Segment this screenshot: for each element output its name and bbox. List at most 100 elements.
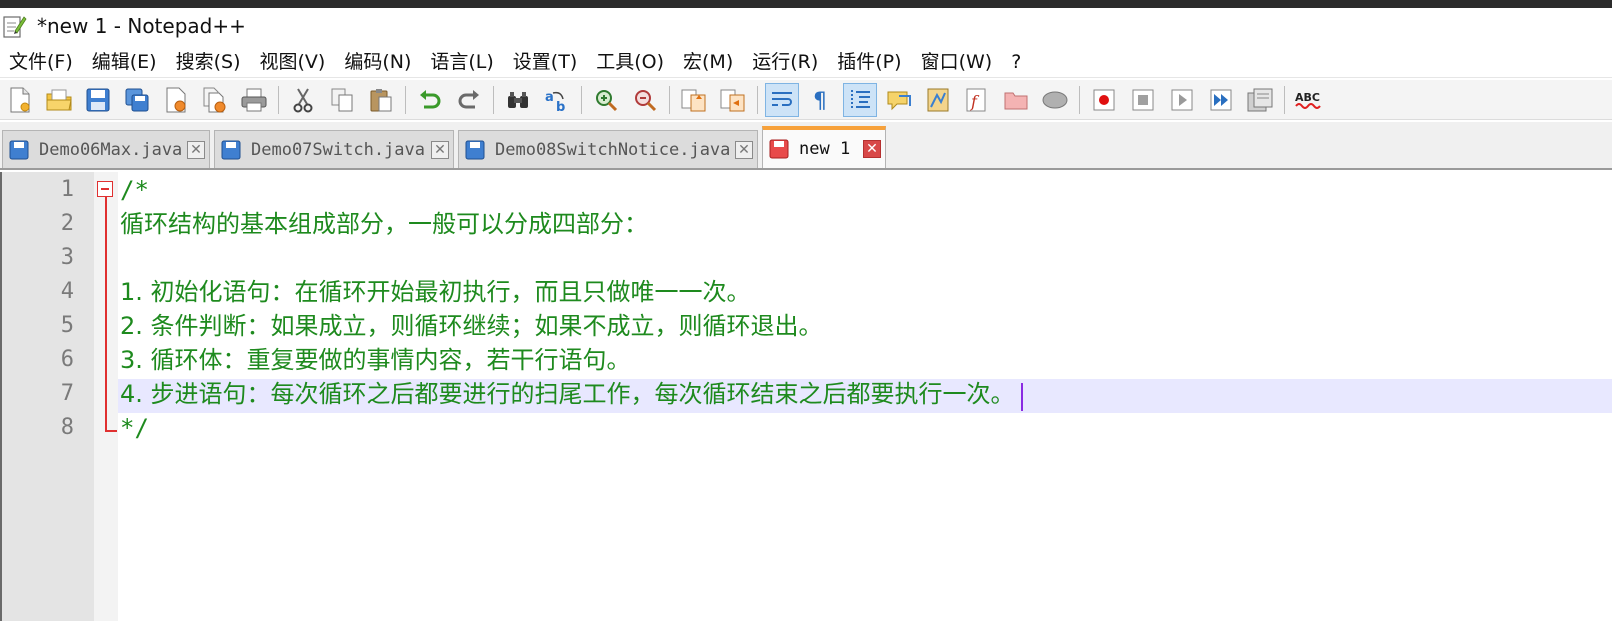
menu-view[interactable]: 视图(V)	[251, 46, 336, 78]
zoom-in-icon[interactable]	[590, 84, 622, 116]
toolbar-separator	[1284, 85, 1285, 114]
fold-end-marker	[105, 430, 117, 432]
menu-run[interactable]: 运行(R)	[743, 46, 828, 78]
tab-close-icon[interactable]: ✕	[735, 140, 753, 159]
code-line-1: /*	[120, 176, 149, 204]
window-top-edge	[0, 0, 1612, 8]
menu-tools[interactable]: 工具(O)	[587, 46, 674, 78]
cut-icon[interactable]	[287, 84, 319, 116]
replace-icon[interactable]: ab	[541, 84, 573, 116]
spell-check-icon[interactable]: ABC	[1293, 84, 1325, 116]
document-tab-bar: Demo06Max.java ✕ Demo07Switch.java ✕ Dem…	[0, 122, 1612, 170]
tab-close-icon[interactable]: ✕	[431, 140, 449, 159]
toolbar-separator	[493, 85, 494, 114]
show-all-characters-icon[interactable]: ¶	[805, 84, 837, 116]
svg-text:a: a	[545, 90, 554, 105]
print-icon[interactable]	[238, 84, 270, 116]
line-number-gutter: 1 2 3 4 5 6 7 8	[2, 172, 94, 621]
line-number: 4	[60, 279, 74, 304]
find-icon[interactable]	[502, 84, 534, 116]
line-number: 8	[60, 415, 74, 440]
menu-file[interactable]: 文件(F)	[0, 46, 83, 78]
copy-icon[interactable]	[326, 84, 358, 116]
paste-icon[interactable]	[365, 84, 397, 116]
tab-demo08switchnotice[interactable]: Demo08SwitchNotice.java ✕	[458, 130, 758, 168]
toolbar-separator	[405, 85, 406, 114]
menu-search[interactable]: 搜索(S)	[167, 46, 251, 78]
toolbar-separator	[1079, 85, 1080, 114]
text-caret	[1020, 383, 1023, 411]
line-number: 5	[60, 313, 74, 338]
line-number: 6	[60, 347, 74, 372]
monitoring-icon[interactable]	[1039, 84, 1071, 116]
toolbar-separator	[278, 85, 279, 114]
run-macro-multiple-icon[interactable]	[1205, 84, 1237, 116]
tab-label: Demo07Switch.java	[251, 139, 425, 160]
saved-file-icon	[465, 140, 485, 160]
function-list-icon[interactable]: f	[961, 84, 993, 116]
window-title: *new 1 - Notepad++	[37, 14, 246, 38]
close-all-icon[interactable]	[199, 84, 231, 116]
unsaved-file-icon	[769, 139, 789, 159]
tab-label: new 1	[799, 139, 851, 159]
title-bar: *new 1 - Notepad++	[0, 8, 1612, 44]
tab-demo06max[interactable]: Demo06Max.java ✕	[2, 130, 210, 168]
sync-horizontal-icon[interactable]	[717, 84, 749, 116]
saved-file-icon	[221, 140, 241, 160]
save-macro-icon[interactable]	[1244, 84, 1276, 116]
menu-macro[interactable]: 宏(M)	[674, 46, 743, 78]
document-map-icon[interactable]	[922, 84, 954, 116]
tab-label: Demo06Max.java	[39, 139, 183, 160]
fold-collapse-icon[interactable]	[97, 181, 113, 197]
close-icon[interactable]	[160, 84, 192, 116]
toolbar-separator	[669, 85, 670, 114]
toolbar-separator	[757, 85, 758, 114]
tab-demo07switch[interactable]: Demo07Switch.java ✕	[214, 130, 454, 168]
code-line-4: 1. 初始化语句：在循环开始最初执行，而且只做唯一一次。	[120, 278, 751, 306]
stop-recording-icon[interactable]	[1127, 84, 1159, 116]
tab-new-1[interactable]: new 1 ✕	[762, 126, 886, 168]
code-line-7: 4. 步进语句：每次循环之后都要进行的扫尾工作，每次循环结束之后都要执行一次。	[120, 380, 1015, 408]
menu-help[interactable]: ?	[1002, 46, 1031, 78]
sync-vertical-icon[interactable]	[678, 84, 710, 116]
menu-bar: 文件(F) 编辑(E) 搜索(S) 视图(V) 编码(N) 语言(L) 设置(T…	[0, 46, 1612, 78]
indent-guide-icon[interactable]	[843, 82, 877, 117]
open-file-icon[interactable]	[43, 84, 75, 116]
save-all-icon[interactable]	[121, 84, 153, 116]
tab-close-icon[interactable]: ✕	[187, 140, 205, 159]
tab-close-icon[interactable]: ✕	[863, 140, 881, 158]
menu-language[interactable]: 语言(L)	[421, 46, 503, 78]
code-line-6: 3. 循环体：重复要做的事情内容，若干行语句。	[120, 346, 631, 374]
save-icon[interactable]	[82, 84, 114, 116]
line-number: 2	[60, 211, 74, 236]
menu-plugins[interactable]: 插件(P)	[828, 46, 911, 78]
line-number: 3	[60, 245, 74, 270]
menu-settings[interactable]: 设置(T)	[504, 46, 587, 78]
text-editor[interactable]: 1 2 3 4 5 6 7 8 /* 循环结构的基本组成部分，一般可以分成四部分…	[0, 172, 1612, 621]
fold-range-line	[105, 197, 107, 432]
saved-file-icon	[9, 140, 29, 160]
tab-label: Demo08SwitchNotice.java	[495, 139, 731, 160]
word-wrap-icon[interactable]	[765, 82, 799, 117]
menu-encoding[interactable]: 编码(N)	[335, 46, 421, 78]
record-macro-icon[interactable]	[1088, 84, 1120, 116]
new-file-icon[interactable]	[4, 84, 36, 116]
folder-workspace-icon[interactable]	[1000, 84, 1032, 116]
svg-text:¶: ¶	[813, 89, 827, 113]
redo-icon[interactable]	[453, 84, 485, 116]
user-language-icon[interactable]	[883, 84, 915, 116]
line-number: 1	[60, 177, 74, 202]
code-line-5: 2. 条件判断：如果成立，则循环继续；如果不成立，则循环退出。	[120, 312, 823, 340]
code-line-2: 循环结构的基本组成部分，一般可以分成四部分：	[120, 210, 648, 238]
svg-text:b: b	[556, 100, 565, 113]
svg-text:ABC: ABC	[1295, 91, 1320, 104]
toolbar: ab ¶ f ABC	[0, 80, 1612, 120]
toolbar-separator	[581, 85, 582, 114]
notepad-plus-plus-app-icon	[1, 13, 27, 39]
menu-edit[interactable]: 编辑(E)	[83, 46, 167, 78]
play-macro-icon[interactable]	[1166, 84, 1198, 116]
menu-window[interactable]: 窗口(W)	[912, 46, 1003, 78]
code-line-8: */	[120, 414, 149, 442]
undo-icon[interactable]	[414, 84, 446, 116]
zoom-out-icon[interactable]	[629, 84, 661, 116]
